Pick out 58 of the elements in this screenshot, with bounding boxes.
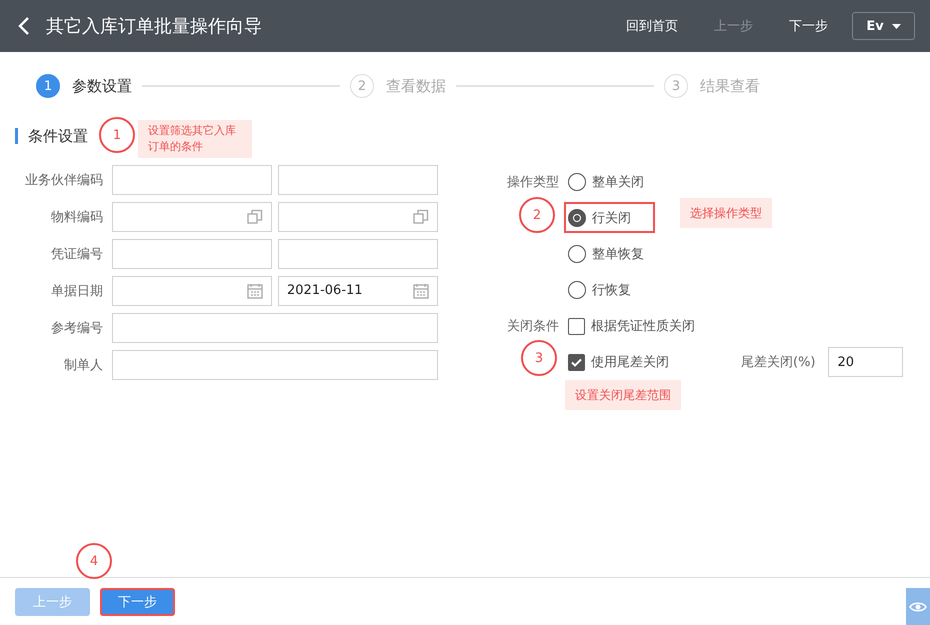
checkbox[interactable] [568,354,585,370]
radio-button[interactable] [568,209,586,227]
step-label: 结果查看 [700,76,760,96]
input-field[interactable] [278,202,438,232]
input-field[interactable] [112,164,272,194]
nav-link[interactable]: 回到首页 [626,17,678,35]
language-button[interactable]: Ev [852,12,915,40]
step-marker: 1 [99,117,135,153]
check-icon [571,358,582,366]
calendar-icon[interactable] [247,282,263,298]
calendar-icon[interactable] [413,282,429,298]
input-field[interactable] [278,238,438,268]
field-label: 制单人 [63,356,104,374]
eye-icon[interactable] [906,588,930,625]
input-field[interactable] [112,350,438,380]
section-title: 条件设置 [15,128,88,144]
field-label: 物料编码 [50,208,104,226]
field-label: 关闭条件 [507,318,559,335]
copy-icon[interactable] [247,208,263,224]
radio-label: 行关闭 [592,210,631,227]
input-field[interactable]: 20 [828,347,902,377]
input-field[interactable] [112,276,272,306]
copy-icon[interactable] [413,208,429,224]
callout-note: 选择操作类型 [680,198,772,228]
checkbox-label: 使用尾差关闭 [591,354,669,371]
radio-button[interactable] [568,281,586,299]
radio-label: 行恢复 [592,282,631,299]
field-label: 参考编号 [50,320,104,336]
callout-note: 设置关闭尾差范围 [565,380,681,410]
step-marker: 4 [76,543,112,579]
step-number: 2 [350,74,374,98]
field-label: 业务伙伴编码 [24,172,104,188]
step-number: 3 [664,74,688,98]
checkbox-label: 根据凭证性质关闭 [591,318,695,335]
step-marker: 2 [519,197,555,233]
window-title: 其它入库订单批量操作向导 [46,15,263,38]
radio-label: 整单恢复 [592,246,644,263]
radio-label: 整单关闭 [592,174,644,191]
nav-link[interactable]: 下一步 [789,17,828,35]
step-number: 1 [36,74,60,98]
field-label: 凭证编号 [50,246,104,262]
input-field[interactable] [112,202,272,232]
radio-button[interactable] [568,245,586,263]
field-label: 单据日期 [50,282,104,300]
field-label: 操作类型 [507,174,559,191]
step-label: 查看数据 [386,76,446,96]
step-marker: 3 [521,340,557,376]
back-button[interactable] [18,16,30,36]
step-label: 参数设置 [72,76,132,96]
input-field[interactable]: 2021-06-11 [278,276,438,306]
radio-button[interactable] [568,173,586,191]
input-field[interactable] [112,238,272,268]
field-label: 尾差关闭(%) [741,354,816,371]
caret-icon [892,24,901,28]
input-field[interactable] [112,312,438,342]
callout-note: 设置筛选其它入库订单的条件 [138,120,252,158]
checkbox[interactable] [568,318,585,334]
input-field[interactable] [278,164,438,194]
